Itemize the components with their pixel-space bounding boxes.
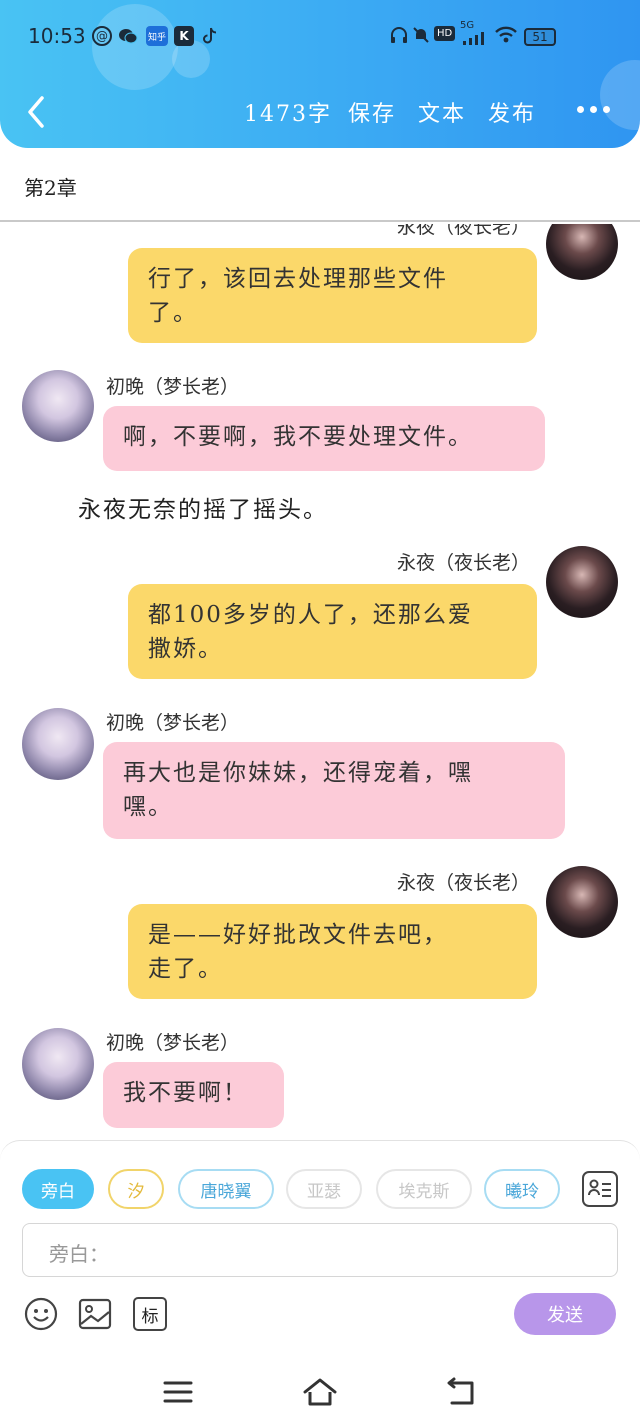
- k-icon: K: [174, 26, 194, 46]
- send-button[interactable]: 发送: [514, 1293, 616, 1335]
- chapter-title[interactable]: 第2章: [24, 172, 77, 201]
- role-chip[interactable]: 汐: [108, 1169, 164, 1209]
- narration-text[interactable]: 永夜无奈的摇了摇头。: [78, 490, 328, 524]
- emoji-button[interactable]: [24, 1297, 58, 1331]
- role-chip[interactable]: 唐晓翼: [178, 1169, 274, 1209]
- speaker-name: 初晚（梦长老）: [106, 376, 240, 398]
- save-button[interactable]: 保存: [348, 96, 396, 128]
- contact-card-button[interactable]: [582, 1171, 618, 1207]
- label-button[interactable]: 标: [133, 1297, 167, 1331]
- message-bubble[interactable]: 都100多岁的人了，还那么爱 撒娇。: [128, 584, 537, 679]
- wifi-icon: [494, 26, 518, 48]
- return-icon: [447, 1377, 474, 1405]
- contact-card-icon: [588, 1179, 611, 1197]
- system-nav-bar: [0, 1356, 640, 1428]
- chat-area[interactable]: 永夜（夜长老） 行了，该回去处理那些文件 了。 初晚（梦长老） 啊，不要啊，我不…: [0, 224, 640, 1138]
- role-chip-narrator[interactable]: 旁白: [22, 1169, 94, 1209]
- speaker-name: 永夜（夜长老）: [396, 224, 530, 238]
- header-bar: 10:53 @ 知乎 K HD 5G 51 1473字 保存 文本 发布: [0, 0, 640, 148]
- more-menu-button[interactable]: [577, 106, 610, 113]
- avatar[interactable]: [546, 224, 618, 280]
- zhihu-icon: 知乎: [146, 26, 168, 46]
- avatar[interactable]: [22, 1028, 94, 1100]
- back-nav-button[interactable]: [444, 1374, 480, 1410]
- speaker-name: 永夜（夜长老）: [396, 552, 530, 574]
- message-bubble[interactable]: 是——好好批改文件去吧， 走了。: [128, 904, 537, 999]
- image-icon: [78, 1298, 112, 1330]
- hd-icon: HD: [434, 26, 456, 41]
- back-button[interactable]: [22, 94, 52, 130]
- battery-icon: 51: [524, 28, 556, 46]
- compose-panel: 旁白 汐 唐晓翼 亚瑟 埃克斯 曦玲 旁白： 标 发送: [0, 1140, 640, 1356]
- chapter-header: 第2章: [0, 150, 640, 222]
- signal-icon: [462, 30, 486, 50]
- message-input[interactable]: 旁白：: [22, 1223, 618, 1277]
- chevron-left-icon: [28, 96, 44, 128]
- smiley-icon: [24, 1297, 58, 1331]
- role-chip[interactable]: 埃克斯: [376, 1169, 472, 1209]
- avatar[interactable]: [546, 866, 618, 938]
- publish-button[interactable]: 发布: [488, 96, 536, 128]
- role-chip[interactable]: 曦玲: [484, 1169, 560, 1209]
- role-chip[interactable]: 亚瑟: [286, 1169, 362, 1209]
- message-bubble[interactable]: 再大也是你妹妹，还得宠着，嘿 嘿。: [103, 742, 565, 839]
- mute-bell-icon: [412, 26, 430, 48]
- avatar[interactable]: [546, 546, 618, 618]
- image-button[interactable]: [78, 1297, 112, 1331]
- status-bar: 10:53 @ 知乎 K HD 5G 51: [0, 18, 640, 58]
- home-nav-button[interactable]: [302, 1374, 338, 1410]
- message-bubble[interactable]: 啊，不要啊，我不要处理文件。: [103, 406, 545, 471]
- menu-icon: [163, 1381, 193, 1403]
- avatar[interactable]: [22, 370, 94, 442]
- status-time: 10:53: [28, 24, 86, 48]
- message-bubble[interactable]: 我不要啊！: [103, 1062, 284, 1128]
- speaker-name: 永夜（夜长老）: [396, 872, 530, 894]
- wechat-icon: [118, 26, 138, 46]
- home-icon: [303, 1378, 337, 1406]
- tiktok-icon: [200, 26, 220, 46]
- message-bubble[interactable]: 行了，该回去处理那些文件 了。: [128, 248, 537, 343]
- headphones-icon: [390, 26, 408, 48]
- editor-toolbar: 1473字 保存 文本 发布: [0, 92, 640, 136]
- mail-icon: @: [92, 26, 112, 46]
- text-button[interactable]: 文本: [418, 96, 466, 128]
- word-count: 1473字: [244, 102, 332, 127]
- menu-nav-button[interactable]: [160, 1374, 196, 1410]
- speaker-name: 初晚（梦长老）: [106, 1032, 240, 1054]
- speaker-name: 初晚（梦长老）: [106, 712, 240, 734]
- avatar[interactable]: [22, 708, 94, 780]
